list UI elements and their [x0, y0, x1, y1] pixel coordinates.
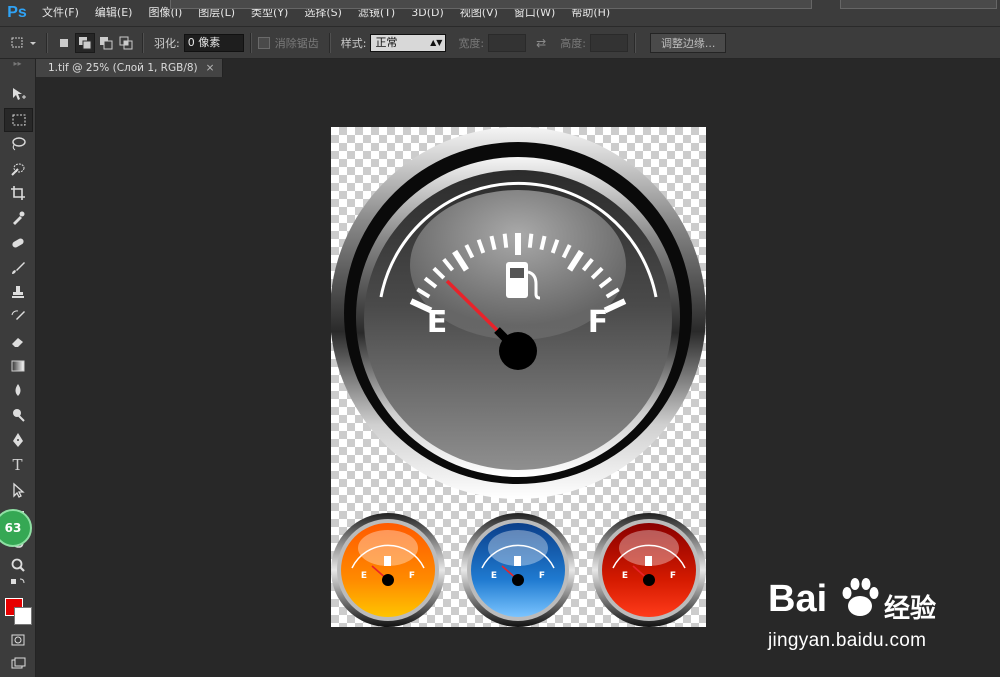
window-controls[interactable]: [840, 0, 997, 9]
red-fuel-gauge: E F: [592, 513, 706, 627]
subtract-selection-button[interactable]: [97, 34, 115, 52]
needle-hub: [643, 574, 655, 586]
tools-panel: ▸▸ T: [0, 59, 36, 677]
watermark-brand-right: 经验: [884, 593, 937, 623]
background-color-swatch[interactable]: [14, 607, 32, 625]
document-tab[interactable]: 1.tif @ 25% (Слой 1, RGB/8) ×: [36, 59, 224, 77]
gauge-tick: [527, 233, 534, 248]
blur-icon[interactable]: [4, 379, 31, 401]
marquee-icon[interactable]: [4, 108, 33, 132]
empty-label: E: [491, 571, 497, 581]
main-fuel-gauge: E F: [331, 127, 706, 499]
stamp-icon[interactable]: [4, 281, 31, 303]
refine-edge-button[interactable]: 调整边缘...: [649, 32, 727, 53]
quick-select-icon[interactable]: [4, 158, 31, 180]
crop-icon[interactable]: [4, 182, 31, 204]
tool-preset-picker[interactable]: [9, 34, 39, 52]
brush-icon[interactable]: [4, 257, 31, 279]
empty-label: E: [427, 305, 448, 340]
divider: [249, 32, 252, 53]
type-icon[interactable]: T: [4, 454, 31, 476]
full-label: F: [539, 571, 545, 581]
menu-file[interactable]: 文件(F): [34, 0, 87, 26]
swap-colors-icon[interactable]: [4, 577, 31, 591]
dodge-icon[interactable]: [4, 404, 31, 426]
antialias-checkbox[interactable]: [257, 36, 270, 49]
height-input[interactable]: [589, 33, 628, 52]
pen-icon[interactable]: [4, 429, 31, 451]
options-bar: 羽化: 0 像素 消除锯齿 样式: 正常 ▲▼ 宽度: ⇄ 高度: 调整边缘..…: [0, 27, 1000, 59]
divider: [633, 32, 636, 53]
intersect-selection-button[interactable]: [117, 34, 135, 52]
document-tab-title: 1.tif @ 25% (Слой 1, RGB/8): [48, 62, 198, 74]
menu-bar: Ps 文件(F) 编辑(E) 图像(I) 图层(L) 类型(Y) 选择(S) 滤…: [0, 0, 1000, 27]
lasso-icon[interactable]: [4, 133, 31, 155]
menu-edit[interactable]: 编辑(E): [87, 0, 141, 26]
gauge-tick: [502, 233, 509, 248]
baidu-paw-icon: [842, 578, 879, 616]
photoshop-logo: Ps: [7, 4, 27, 21]
document-tab-bar: 1.tif @ 25% (Слой 1, RGB/8) ×: [36, 59, 1000, 77]
width-label: 宽度:: [458, 36, 485, 50]
add-selection-icon: [79, 36, 92, 49]
style-value: 正常: [375, 35, 398, 49]
empty-label: E: [361, 571, 367, 581]
history-brush-icon[interactable]: [4, 306, 31, 328]
style-select[interactable]: 正常 ▲▼: [370, 33, 447, 52]
panel-grip-icon[interactable]: ▸▸: [0, 59, 35, 71]
divider: [142, 32, 144, 53]
fuel-gauges-artwork: E F E F E F E F: [331, 127, 706, 627]
needle-hub: [499, 332, 537, 370]
close-icon[interactable]: ×: [206, 59, 215, 77]
divider: [328, 32, 331, 53]
full-label: F: [588, 305, 609, 340]
watermark-url: jingyan.baidu.com: [768, 630, 927, 651]
blue-fuel-gauge: E F: [461, 513, 575, 627]
gradient-icon[interactable]: [4, 355, 31, 377]
window-title-strip: [170, 0, 812, 9]
eraser-icon[interactable]: [4, 330, 31, 352]
style-label: 样式:: [340, 36, 367, 50]
needle-hub: [512, 574, 524, 586]
empty-label: E: [622, 571, 628, 581]
quick-mask-icon[interactable]: [4, 629, 31, 651]
eyedropper-icon[interactable]: [4, 207, 31, 229]
marquee-preset-icon: [11, 37, 36, 47]
feather-label: 羽化:: [154, 36, 180, 50]
path-select-icon[interactable]: [4, 479, 31, 501]
add-selection-button[interactable]: [75, 32, 95, 53]
full-label: F: [409, 571, 415, 581]
antialias-label: 消除锯齿: [274, 36, 319, 50]
document-canvas[interactable]: E F E F E F E F: [331, 127, 706, 627]
intersect-selection-icon: [119, 36, 133, 49]
zoom-icon[interactable]: [4, 554, 31, 576]
new-selection-button[interactable]: [55, 34, 73, 52]
new-selection-icon: [60, 38, 68, 47]
height-label: 高度:: [560, 36, 586, 50]
orange-fuel-gauge: E F: [331, 513, 445, 627]
chevron-updown-icon: ▲▼: [430, 37, 443, 47]
full-label: F: [670, 571, 676, 581]
swap-dimensions-icon[interactable]: ⇄: [536, 36, 546, 50]
width-input[interactable]: [488, 33, 527, 52]
divider: [46, 32, 48, 53]
baidu-jingyan-watermark: Bai 经验 jingyan.baidu.com: [760, 570, 1000, 670]
feather-input[interactable]: 0 像素: [183, 33, 244, 52]
healing-icon[interactable]: [4, 232, 31, 254]
subtract-selection-icon: [100, 36, 113, 49]
move-icon[interactable]: [4, 83, 31, 105]
needle-hub: [382, 574, 394, 586]
watermark-brand-left: Bai: [768, 578, 828, 620]
screen-mode-icon[interactable]: [4, 653, 31, 675]
